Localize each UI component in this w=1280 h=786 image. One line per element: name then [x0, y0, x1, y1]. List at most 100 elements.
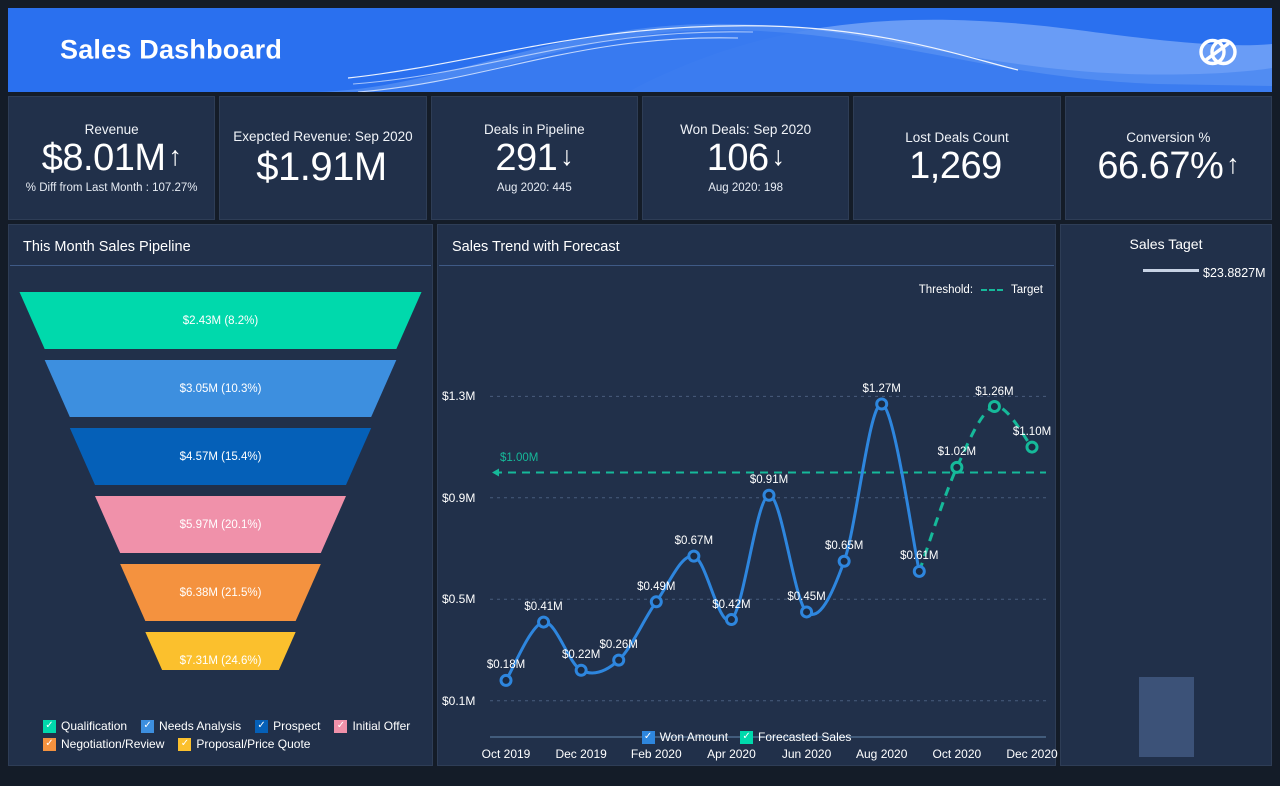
funnel-segment[interactable]: [145, 632, 296, 670]
won-amount-line: [504, 402, 921, 682]
panel-title-trend: Sales Trend with Forecast: [452, 239, 620, 255]
kpi-label: Exepcted Revenue: Sep 2020: [233, 128, 413, 144]
data-point-won[interactable]: [875, 397, 889, 411]
kpi-card-deals-in-pipeline[interactable]: Deals in Pipeline 291 ↓ Aug 2020: 445: [430, 96, 638, 220]
checkbox-checked-icon[interactable]: ✓: [740, 730, 754, 744]
kpi-card-lost-deals-count[interactable]: Lost Deals Count 1,269: [853, 96, 1061, 220]
main-row: This Month Sales Pipeline $2.43M (8.2%) $…: [8, 224, 1272, 766]
checkbox-checked-icon[interactable]: ✓: [141, 719, 155, 733]
data-point-won[interactable]: [649, 595, 663, 609]
funnel-chart[interactable]: $2.43M (8.2%) $3.05M (10.3%) $4.57M (15.4%…: [9, 266, 432, 670]
checkbox-checked-icon[interactable]: ✓: [178, 737, 192, 751]
y-axis-tick-label: $0.1M: [442, 693, 476, 708]
dashboard-header: Sales Dashboard: [8, 8, 1272, 92]
kpi-value: 66.67% ↑: [1097, 144, 1240, 187]
data-point-won[interactable]: [574, 663, 588, 677]
data-point-won[interactable]: [724, 613, 738, 627]
legend-item[interactable]: ✓ Negotiation/Review: [43, 737, 164, 751]
legend-item-label: Proposal/Price Quote: [196, 737, 311, 751]
kpi-label: Revenue: [84, 121, 139, 137]
legend-item[interactable]: ✓ Prospect: [255, 719, 320, 733]
legend-item-label: Qualification: [61, 719, 128, 733]
kpi-card-conversion-percent[interactable]: Conversion % 66.67% ↑: [1064, 96, 1272, 220]
kpi-value: 1,269: [909, 144, 1002, 187]
legend-item-label: Prospect: [273, 719, 321, 733]
kpi-label: Conversion %: [1126, 129, 1211, 145]
y-axis-tick-label: $0.5M: [442, 592, 476, 607]
panel-sales-trend: Sales Trend with Forecast Threshold: Tar…: [437, 224, 1058, 766]
trend-up-arrow-icon: ↑: [1226, 148, 1240, 179]
threshold-arrow-icon: [492, 468, 499, 477]
legend-item[interactable]: ✓ Won Amount: [641, 730, 728, 744]
funnel-legend[interactable]: ✓ Qualification ✓ Needs Analysis ✓ Prospect ✓ I…: [43, 719, 422, 751]
kpi-subtext: Aug 2020: 198: [708, 182, 784, 195]
checkbox-checked-icon[interactable]: ✓: [255, 719, 269, 733]
panel-sales-pipeline: This Month Sales Pipeline $2.43M (8.2%) $…: [8, 224, 433, 766]
x-axis-tick-label: Aug 2020: [856, 747, 908, 761]
line-chart[interactable]: Threshold: Target ✓ Won Amount ✓ Forecasted…: [438, 266, 1058, 766]
kpi-label: Deals in Pipeline: [484, 121, 585, 137]
data-point-won[interactable]: [612, 653, 626, 667]
kpi-value: 291 ↓: [495, 136, 574, 179]
data-point-won[interactable]: [687, 549, 701, 563]
threshold-legend-target: Target: [1011, 284, 1043, 296]
kpi-card-won-deals[interactable]: Won Deals: Sep 2020 106 ↓ Aug 2020: 198: [641, 96, 850, 220]
checkbox-checked-icon[interactable]: ✓: [43, 737, 56, 751]
legend-item[interactable]: ✓ Needs Analysis: [141, 719, 241, 733]
panel-title-pipeline: This Month Sales Pipeline: [23, 239, 191, 255]
dashed-line-icon: [981, 289, 1004, 291]
trend-up-arrow-icon: ↑: [168, 140, 183, 171]
threshold-value-label: $1.00M: [500, 452, 539, 465]
data-point-won[interactable]: [837, 554, 851, 568]
data-point-won[interactable]: [499, 673, 513, 687]
kpi-card-revenue[interactable]: Revenue $8.01M ↑ % Diff from Last Month :…: [8, 96, 216, 220]
x-axis-tick-label: Oct 2020: [932, 747, 982, 761]
threshold-legend[interactable]: Threshold: Target: [919, 284, 1043, 296]
line-chart-svg: [490, 395, 1046, 738]
funnel-segment[interactable]: [95, 496, 346, 553]
funnel-segment[interactable]: [44, 360, 397, 417]
data-point-forecast[interactable]: [950, 460, 964, 474]
legend-item-label: Forecasted Sales: [758, 730, 852, 744]
data-point-won[interactable]: [762, 488, 776, 502]
x-axis-tick-label: Oct 2019: [481, 747, 531, 761]
checkbox-checked-icon[interactable]: ✓: [334, 719, 348, 733]
kpi-label: Won Deals: Sep 2020: [680, 121, 812, 137]
target-marker-line: [1143, 269, 1199, 272]
dashboard-root: Sales Dashboard Revenue $8.01M ↑ % Diff f…: [0, 0, 1280, 786]
funnel-shapes: [19, 292, 422, 670]
kpi-value: $8.01M ↑: [41, 136, 183, 179]
trend-down-arrow-icon: ↓: [560, 140, 574, 171]
trend-legend[interactable]: ✓ Won Amount ✓ Forecasted Sales: [438, 730, 1055, 744]
x-axis-tick-label: Dec 2020: [1006, 747, 1058, 761]
data-point-forecast[interactable]: [1025, 440, 1039, 454]
target-value-label: $23.8827M: [1203, 266, 1266, 280]
kpi-value: $1.91M: [256, 144, 387, 189]
panel-title-target: Sales Taget: [1129, 236, 1203, 252]
legend-item[interactable]: ✓ Proposal/Price Quote: [178, 737, 310, 751]
kpi-value: 106 ↓: [706, 136, 786, 179]
legend-item-label: Negotiation/Review: [61, 737, 165, 751]
kpi-subtext: Aug 2020: 445: [496, 182, 572, 195]
threshold-legend-label: Threshold:: [918, 284, 974, 296]
trend-down-arrow-icon: ↓: [771, 140, 786, 171]
legend-item[interactable]: ✓ Initial Offer: [334, 719, 410, 733]
funnel-segment[interactable]: [69, 428, 372, 485]
legend-item[interactable]: ✓ Qualification: [43, 719, 127, 733]
data-point-won[interactable]: [537, 615, 551, 629]
checkbox-checked-icon[interactable]: ✓: [43, 719, 56, 733]
legend-item[interactable]: ✓ Forecasted Sales: [740, 730, 851, 744]
x-axis-tick-label: Dec 2019: [555, 747, 607, 761]
legend-item-label: Initial Offer: [352, 719, 411, 733]
funnel-segment[interactable]: [120, 564, 321, 621]
data-point-won[interactable]: [800, 605, 814, 619]
x-axis-tick-label: Apr 2020: [707, 747, 756, 761]
y-axis-tick-label: $0.9M: [442, 490, 476, 505]
checkbox-checked-icon[interactable]: ✓: [641, 730, 655, 744]
funnel-segment[interactable]: [19, 292, 422, 349]
data-point-won[interactable]: [912, 564, 926, 578]
data-point-forecast[interactable]: [987, 400, 1001, 414]
panel-sales-target: Sales Taget $23.8827M $8.01M: [1060, 224, 1272, 766]
kpi-card-expected-revenue[interactable]: Exepcted Revenue: Sep 2020 $1.91M: [219, 96, 427, 220]
forecast-line: [917, 405, 1034, 572]
